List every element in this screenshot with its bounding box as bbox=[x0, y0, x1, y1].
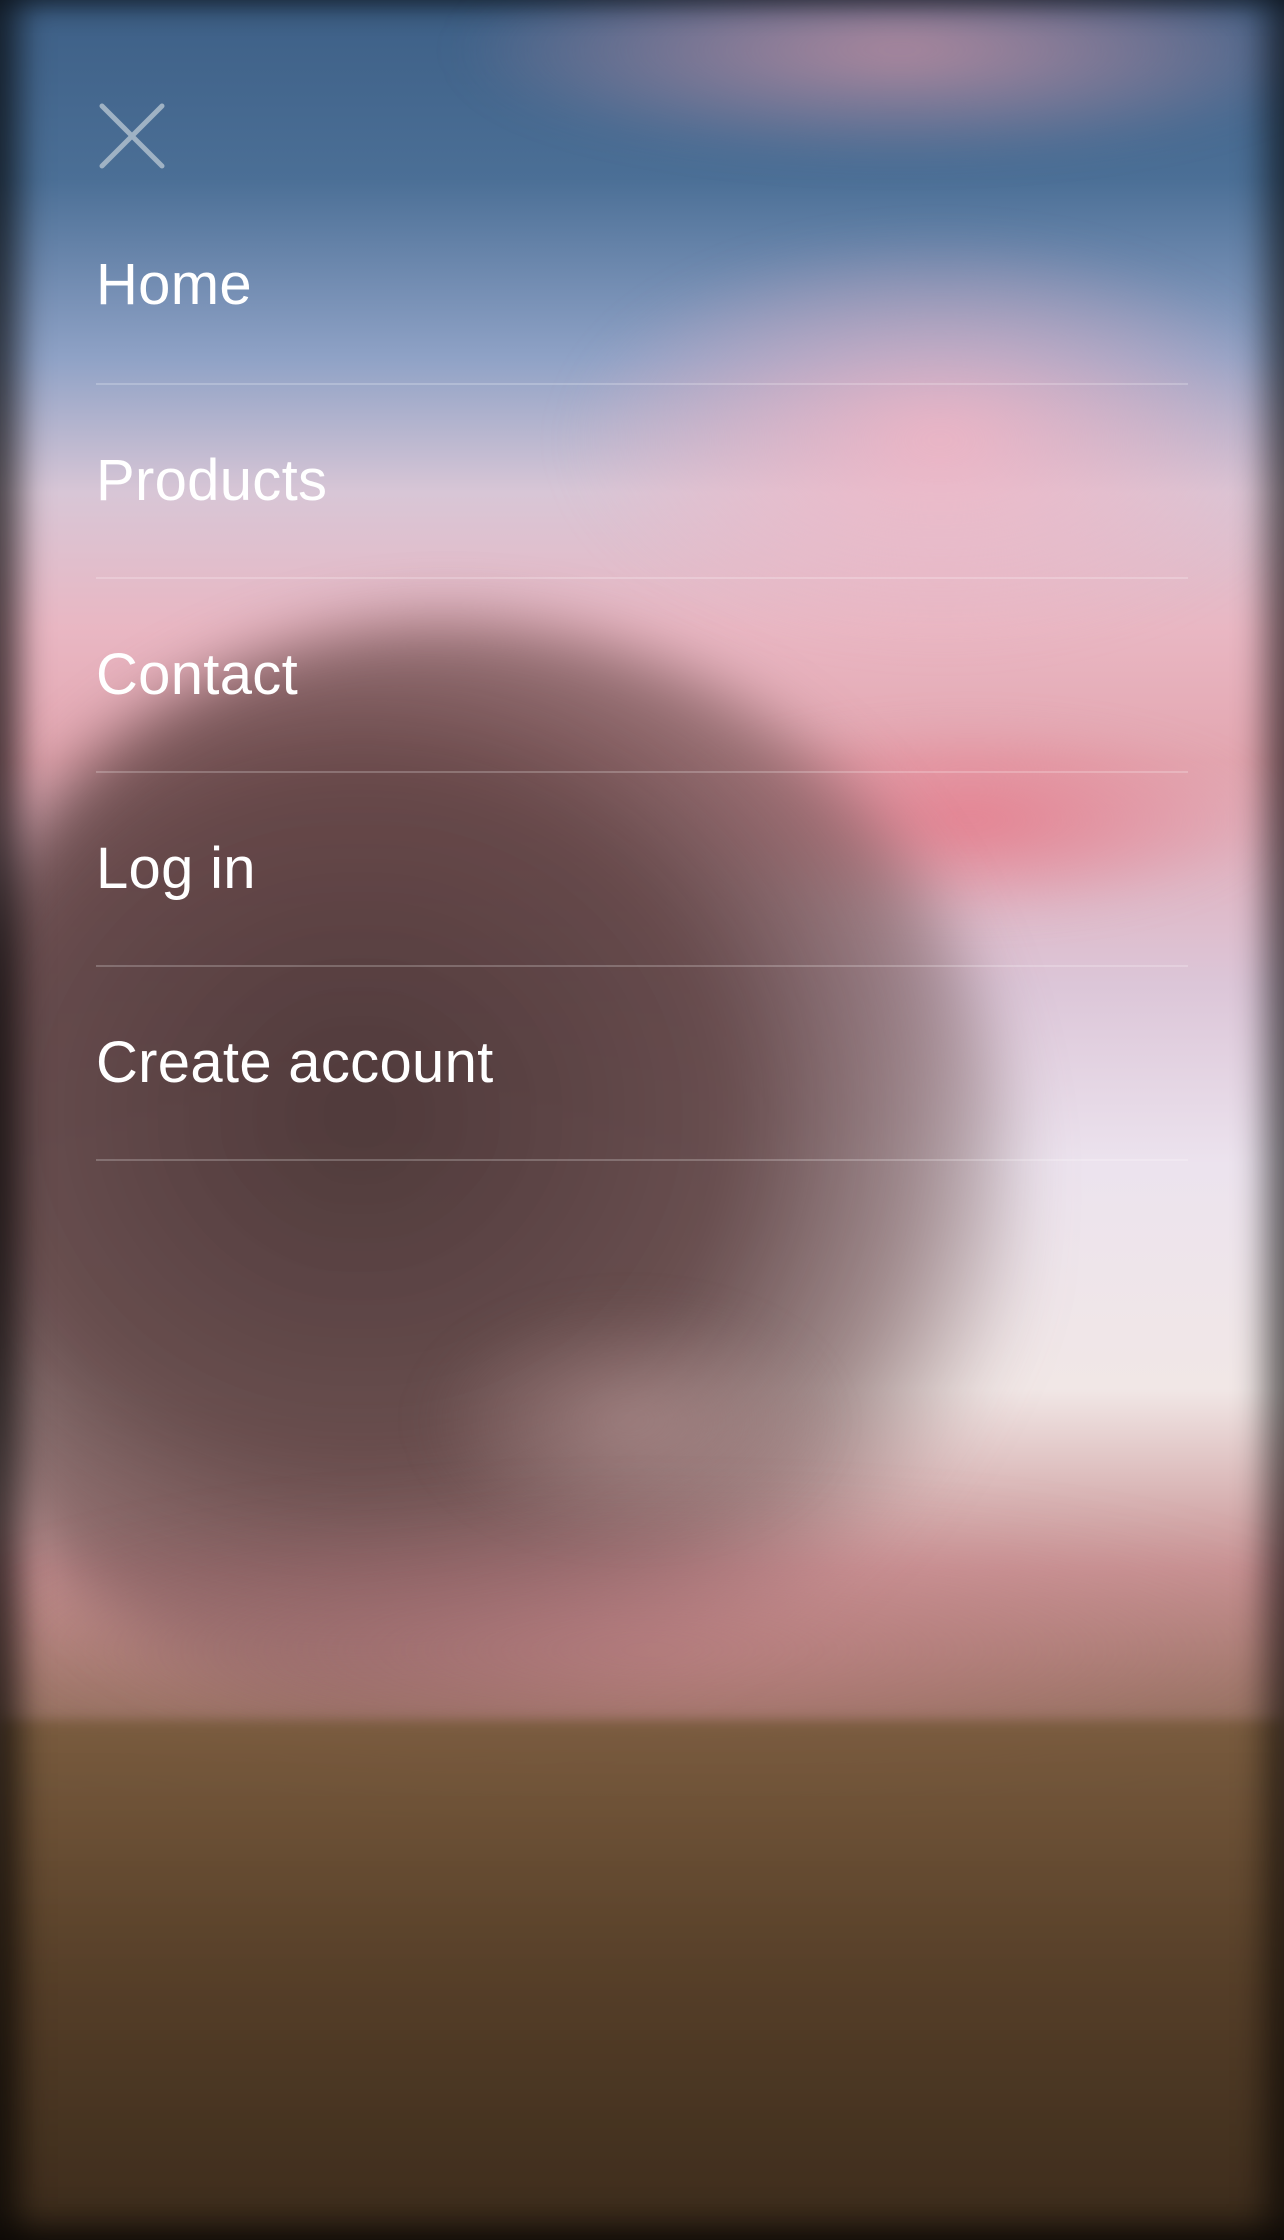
nav-item-label: Contact bbox=[96, 642, 298, 707]
nav-item-label: Create account bbox=[96, 1030, 494, 1095]
navigation-menu: Home Products Contact Log in Create acco… bbox=[0, 0, 1284, 2240]
nav-item-home[interactable]: Home bbox=[96, 215, 1188, 385]
nav-item-log-in[interactable]: Log in bbox=[96, 773, 1188, 967]
nav-item-label: Products bbox=[96, 448, 328, 513]
nav-item-contact[interactable]: Contact bbox=[96, 579, 1188, 773]
nav-item-label: Home bbox=[96, 252, 252, 317]
nav-item-products[interactable]: Products bbox=[96, 385, 1188, 579]
nav-item-create-account[interactable]: Create account bbox=[96, 967, 1188, 1161]
close-icon bbox=[99, 103, 165, 169]
mobile-menu-screen: Home Products Contact Log in Create acco… bbox=[0, 0, 1284, 2240]
nav-item-label: Log in bbox=[96, 836, 256, 901]
close-button[interactable] bbox=[96, 100, 168, 172]
nav-list: Home Products Contact Log in Create acco… bbox=[96, 215, 1188, 1161]
